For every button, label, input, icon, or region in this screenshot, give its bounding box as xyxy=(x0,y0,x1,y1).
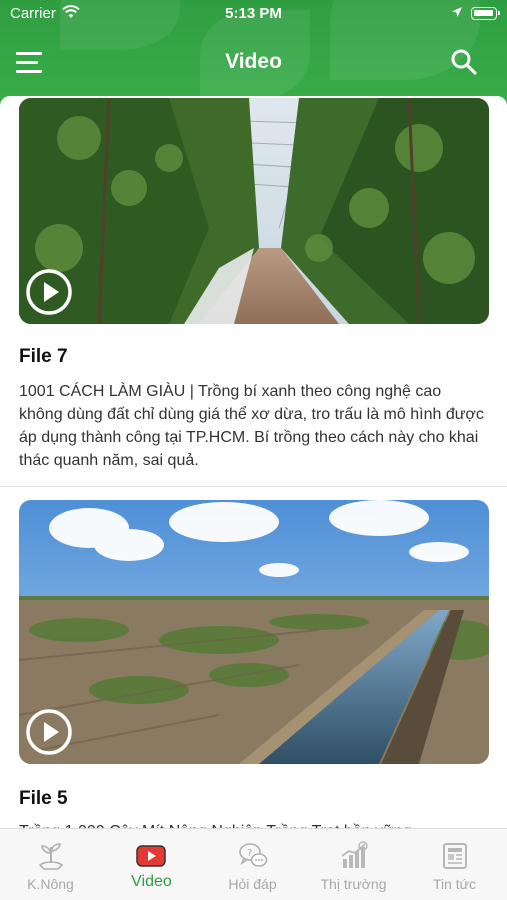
market-chart-icon xyxy=(341,841,368,868)
page-title: Video xyxy=(225,50,282,73)
status-bar: Carrier 5:13 PM xyxy=(0,0,507,28)
divider xyxy=(0,486,507,487)
video-title[interactable]: File 7 xyxy=(19,346,68,368)
tab-video[interactable]: Video xyxy=(101,829,202,900)
video-thumbnail[interactable] xyxy=(19,500,489,764)
bottom-tab-bar: K.Nông Video ? Hỏi đáp Thị trường Tin tứ… xyxy=(0,828,507,900)
tab-tin-tuc[interactable]: Tin tức xyxy=(404,829,505,900)
location-arrow-icon xyxy=(452,7,462,17)
sprout-icon xyxy=(38,843,64,870)
tab-label: Thị trường xyxy=(320,876,387,892)
video-thumbnail[interactable] xyxy=(19,98,489,324)
video-list[interactable]: File 7 1001 CÁCH LÀM GIÀU | Trồng bí xan… xyxy=(0,96,507,828)
chat-icon: ? xyxy=(239,843,268,867)
status-time: 5:13 PM xyxy=(225,5,282,22)
tab-knong[interactable]: K.Nông xyxy=(0,829,101,900)
play-button-icon[interactable] xyxy=(25,268,73,316)
search-icon[interactable] xyxy=(448,46,480,78)
play-button-icon[interactable] xyxy=(25,708,73,756)
newspaper-icon xyxy=(443,843,467,869)
tab-label: Tin tức xyxy=(432,876,477,892)
battery-icon xyxy=(471,7,500,20)
video-description: Trồng 1.000 Cây Mít Nông Nghiệp Trồng Tr… xyxy=(19,820,489,828)
tab-hoi-dap[interactable]: ? Hỏi đáp xyxy=(202,829,303,900)
tab-label: Video xyxy=(131,873,172,890)
video-icon xyxy=(136,845,166,867)
greenhouse-thumbnail-image xyxy=(19,98,489,324)
tab-thi-truong[interactable]: Thị trường xyxy=(303,829,404,900)
tab-label: Hỏi đáp xyxy=(228,876,277,892)
video-description: 1001 CÁCH LÀM GIÀU | Trồng bí xanh theo … xyxy=(19,383,484,469)
tab-label: K.Nông xyxy=(27,876,74,892)
field-thumbnail-image xyxy=(19,500,489,764)
video-title[interactable]: File 5 xyxy=(19,788,68,810)
